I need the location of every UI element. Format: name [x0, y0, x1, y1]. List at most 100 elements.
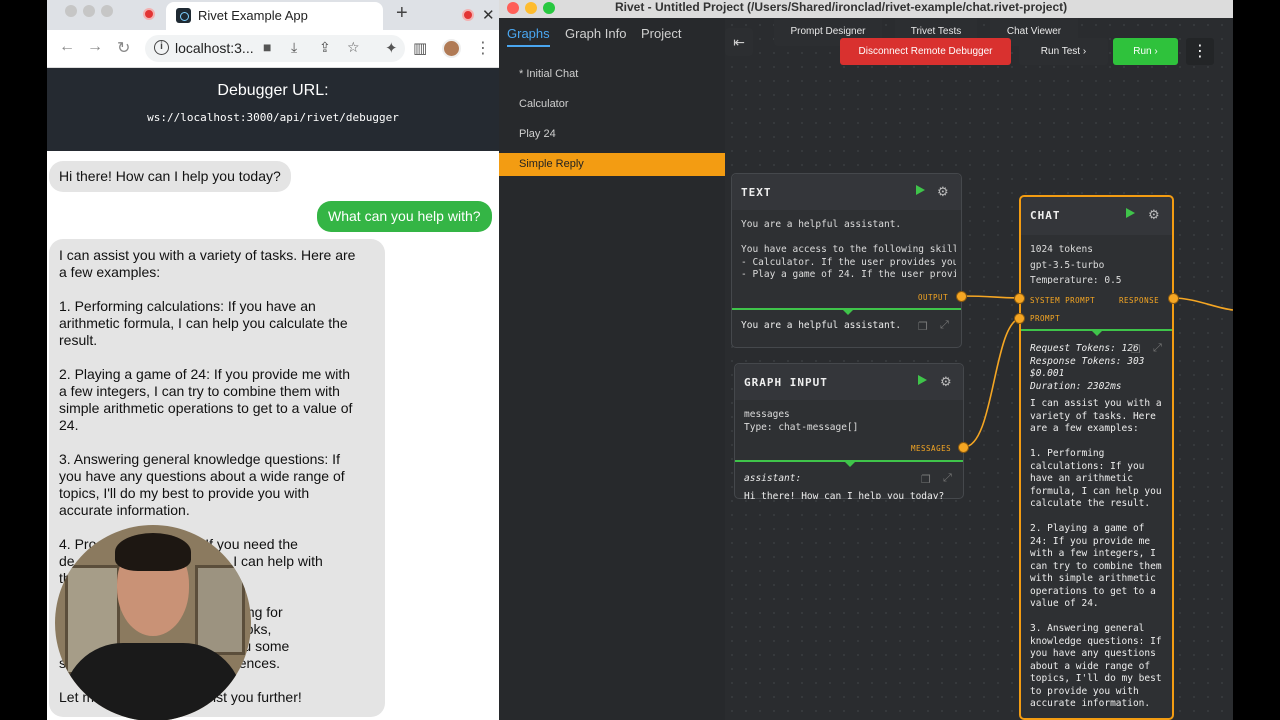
- zoom-dot-icon[interactable]: [543, 2, 555, 14]
- webcam-overlay: [55, 525, 251, 720]
- copy-icon[interactable]: ❐: [1131, 343, 1141, 356]
- address-bar[interactable]: i localhost:3... ■ ⤓ ⇪ ☆: [145, 35, 405, 62]
- chevron-right-icon: ›: [1082, 46, 1087, 57]
- extensions-icon[interactable]: ✦: [385, 39, 398, 57]
- gear-icon[interactable]: ⚙: [940, 374, 952, 390]
- browser-tab-title: Rivet Example App: [198, 8, 308, 23]
- disconnect-debugger-button[interactable]: Disconnect Remote Debugger: [840, 38, 1011, 65]
- window-title: Rivet - Untitled Project (/Users/Shared/…: [615, 0, 1068, 14]
- chat-system-prompt-port[interactable]: [1014, 293, 1025, 304]
- share-icon[interactable]: ⇪: [319, 39, 331, 56]
- wire-messages-to-prompt: [963, 317, 1023, 448]
- graph-canvas[interactable]: TEXT ⚙ You are a helpful assistant. You …: [725, 18, 1233, 720]
- star-icon[interactable]: ☆: [347, 39, 360, 56]
- graph-item-initial-chat[interactable]: * Initial Chat: [499, 63, 725, 86]
- camera-icon[interactable]: ■: [263, 39, 271, 55]
- chat-node-body: 1024 tokens gpt-3.5-turbo Temperature: 0…: [1030, 244, 1122, 284]
- window-zoom-dot[interactable]: [101, 5, 113, 17]
- new-tab-icon[interactable]: +: [396, 2, 408, 25]
- browser-tab[interactable]: Rivet Example App ✕: [166, 2, 495, 30]
- chevron-right-icon: ›: [1154, 46, 1158, 57]
- graph-input-node-header[interactable]: GRAPH INPUT ⚙: [735, 364, 963, 400]
- graph-input-node-title: GRAPH INPUT: [744, 376, 828, 389]
- collapse-sidebar-icon[interactable]: ⇤: [725, 28, 753, 56]
- arrow-left-icon[interactable]: ←: [59, 38, 75, 56]
- tab-project[interactable]: Project: [641, 26, 681, 41]
- tab-recording-icon: [462, 9, 474, 21]
- port-output-label: OUTPUT: [918, 293, 949, 302]
- expand-icon[interactable]: ⤢: [1153, 342, 1162, 355]
- tab-graph-info[interactable]: Graph Info: [565, 26, 626, 41]
- chat-node-output: I can assist you with a variety of tasks…: [1030, 398, 1162, 709]
- output-indicator-icon: [843, 310, 853, 315]
- profile-avatar[interactable]: [442, 39, 461, 58]
- expand-icon[interactable]: ⤢: [940, 319, 949, 332]
- graph-input-messages-port[interactable]: [958, 442, 969, 453]
- run-test-label: Run Test: [1040, 46, 1081, 57]
- text-output-port[interactable]: [956, 291, 967, 302]
- run-button[interactable]: Run ›: [1113, 38, 1178, 65]
- minimize-dot-icon[interactable]: [525, 2, 537, 14]
- run-label: Run: [1133, 46, 1152, 57]
- chat-node-title: CHAT: [1030, 209, 1061, 222]
- sidepanel-icon[interactable]: ▥: [413, 39, 427, 57]
- text-node[interactable]: TEXT ⚙ You are a helpful assistant. You …: [731, 173, 962, 348]
- chat-prompt-port[interactable]: [1014, 313, 1025, 324]
- assistant-message: Hi there! How can I help you today?: [49, 161, 291, 192]
- expand-icon[interactable]: ⤢: [943, 472, 952, 485]
- run-test-button[interactable]: Run Test ›: [1019, 38, 1108, 65]
- graph-input-output: Hi there! How can I help you today?: [744, 491, 945, 499]
- user-message: What can you help with?: [317, 201, 492, 232]
- copy-icon[interactable]: ❐: [918, 320, 928, 333]
- arrow-right-icon[interactable]: →: [87, 38, 103, 56]
- play-icon[interactable]: [918, 375, 927, 385]
- browser-window: Rivet Example App ✕ + ← → ↻ i localhost:…: [0, 0, 499, 720]
- wire-response-out: [1172, 297, 1233, 311]
- play-icon[interactable]: [916, 185, 925, 195]
- active-tab-indicator: [507, 45, 550, 47]
- chat-node[interactable]: CHAT ⚙ 1024 tokens gpt-3.5-turbo Tempera…: [1019, 195, 1174, 720]
- address-url[interactable]: localhost:3...: [175, 40, 254, 56]
- tab-close-icon[interactable]: ✕: [482, 6, 495, 24]
- info-icon[interactable]: i: [154, 40, 169, 55]
- install-icon[interactable]: ⤓: [291, 39, 297, 56]
- browser-toolbar: ← → ↻ i localhost:3... ■ ⤓ ⇪ ☆ ✦ ▥ ⋮: [47, 30, 499, 68]
- chat-response-port[interactable]: [1168, 293, 1179, 304]
- text-node-output: You are a helpful assistant.: [741, 320, 901, 331]
- chat-node-header[interactable]: CHAT ⚙: [1021, 197, 1172, 235]
- debugger-url: ws://localhost:3000/api/rivet/debugger: [147, 111, 399, 124]
- graph-item-play-24[interactable]: Play 24: [499, 123, 725, 146]
- gear-icon[interactable]: ⚙: [1148, 207, 1160, 223]
- play-icon[interactable]: [1126, 208, 1135, 218]
- text-node-body: You are a helpful assistant. You have ac…: [741, 219, 956, 280]
- more-menu-icon[interactable]: ⋮: [1186, 38, 1214, 65]
- rivet-favicon-icon: [176, 8, 191, 23]
- webcam-background: [195, 565, 245, 655]
- graph-item-simple-reply[interactable]: Simple Reply: [499, 153, 725, 176]
- output-indicator-icon: [1092, 331, 1102, 336]
- graph-input-node-body: messages Type: chat-message[]: [744, 409, 859, 433]
- reload-icon[interactable]: ↻: [117, 38, 130, 58]
- graph-item-calculator[interactable]: Calculator: [499, 93, 725, 116]
- rivet-titlebar: Rivet - Untitled Project (/Users/Shared/…: [499, 0, 1233, 18]
- chat-node-stats: Request Tokens: 126 Response Tokens: 303…: [1030, 343, 1145, 392]
- graph-input-node[interactable]: GRAPH INPUT ⚙ messages Type: chat-messag…: [734, 363, 964, 499]
- port-messages-label: MESSAGES: [911, 444, 952, 453]
- output-indicator-icon: [845, 462, 855, 467]
- copy-icon[interactable]: ❐: [921, 473, 931, 486]
- webcam-shirt: [63, 643, 243, 720]
- window-minimize-dot[interactable]: [83, 5, 95, 17]
- close-dot-icon[interactable]: [507, 2, 519, 14]
- gear-icon[interactable]: ⚙: [937, 184, 949, 200]
- text-node-title: TEXT: [741, 186, 772, 199]
- browser-menu-icon[interactable]: ⋮: [475, 38, 491, 58]
- graph-sidebar: Graphs Graph Info Project * Initial Chat…: [499, 18, 725, 720]
- recording-indicator-icon: [143, 8, 155, 20]
- text-node-header[interactable]: TEXT ⚙: [732, 174, 961, 210]
- port-response-label: RESPONSE: [1119, 296, 1160, 305]
- left-letterbox: [0, 0, 47, 720]
- tab-graphs[interactable]: Graphs: [507, 26, 550, 41]
- right-letterbox: [1233, 0, 1280, 720]
- window-close-dot[interactable]: [65, 5, 77, 17]
- debugger-banner: Debugger URL: ws://localhost:3000/api/ri…: [47, 68, 499, 151]
